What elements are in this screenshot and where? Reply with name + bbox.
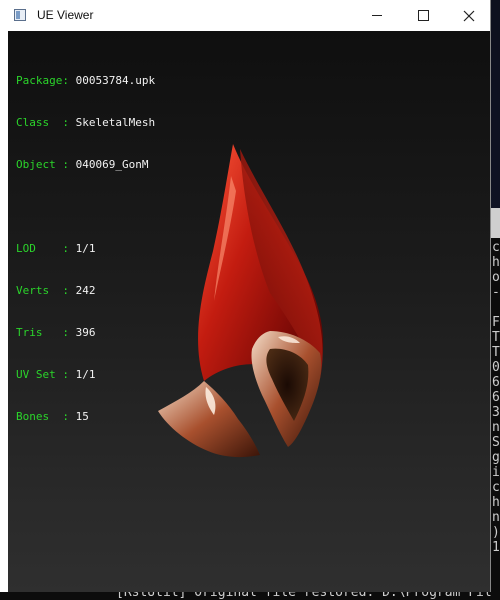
console-log-line: [RstUtil] Original file restored: D:\Pro… [116, 591, 492, 600]
info-package: Package: 00053784.upk [16, 74, 155, 88]
info-label: LOD : [16, 242, 69, 255]
info-lod: LOD : 1/1 [16, 242, 155, 256]
info-label: Verts : [16, 284, 69, 297]
info-value: 00053784.upk [75, 74, 156, 87]
info-label: Package: [16, 74, 69, 87]
info-object: Object : 040069_GonM [16, 158, 155, 172]
console-bottom-bar: [RstUtil] Original file restored: D:\Pro… [0, 591, 500, 600]
info-label: Class : [16, 116, 69, 129]
info-value: SkeletalMesh [75, 116, 156, 129]
close-button[interactable] [446, 0, 492, 31]
info-tris: Tris : 396 [16, 326, 155, 340]
mesh-viewport[interactable]: Package: 00053784.upk Class : SkeletalMe… [8, 31, 490, 592]
info-label: UV Set : [16, 368, 69, 381]
app-window-icon[interactable] [14, 9, 26, 21]
title-bar[interactable]: UE Viewer [0, 0, 490, 31]
info-bones: Bones : 15 [16, 410, 155, 424]
minimize-icon [372, 15, 382, 16]
info-value: 396 [75, 326, 96, 339]
info-value: 15 [75, 410, 89, 423]
close-icon [463, 10, 475, 21]
info-label: Bones : [16, 410, 69, 423]
info-value: 1/1 [75, 368, 96, 381]
info-uvset: UV Set : 1/1 [16, 368, 155, 382]
console-text: c h o - F T T 0 6 6 3 n S g i c h n ) 1 [492, 240, 500, 555]
info-verts: Verts : 242 [16, 284, 155, 298]
info-value: 242 [75, 284, 96, 297]
info-label: Tris : [16, 326, 69, 339]
info-spacer [16, 200, 155, 214]
info-value: 040069_GonM [75, 158, 149, 171]
ue-viewer-window: UE Viewer Package: 00053784.upk Class: … [0, 0, 491, 592]
console-scrollbar[interactable] [490, 208, 500, 238]
maximize-icon [417, 10, 429, 21]
mesh-info-overlay: Package: 00053784.upk Class : SkeletalMe… [16, 46, 155, 452]
info-value: 1/1 [75, 242, 96, 255]
minimize-button[interactable] [354, 0, 400, 31]
info-class: Class : SkeletalMesh [16, 116, 155, 130]
info-label: Object : [16, 158, 69, 171]
window-title: UE Viewer [37, 8, 94, 22]
maximize-button[interactable] [400, 0, 446, 31]
